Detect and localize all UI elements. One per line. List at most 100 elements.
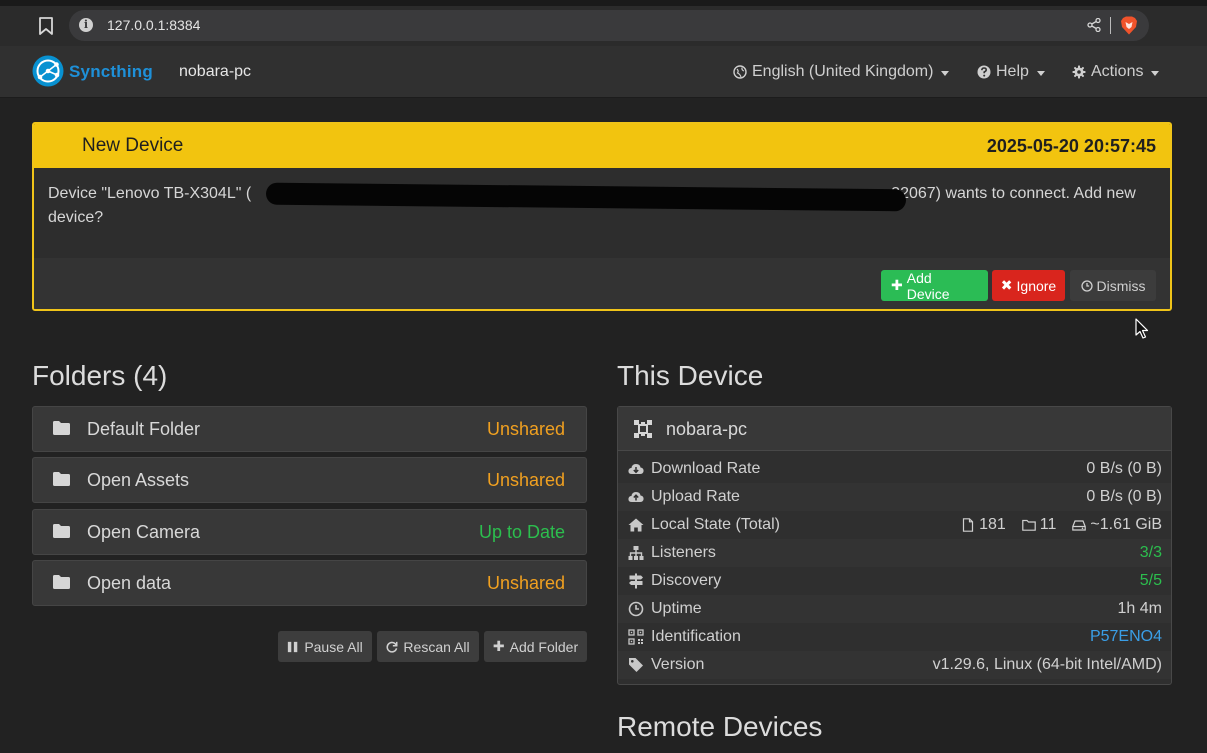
clock-icon <box>1080 279 1093 292</box>
url-separator <box>1110 17 1111 34</box>
row-label: Local State (Total) <box>651 516 780 533</box>
row-label: Discovery <box>651 572 722 589</box>
row-label: Upload Rate <box>651 488 740 505</box>
plus-icon: ✚ <box>891 277 903 293</box>
folders-heading: Folders (4) <box>32 360 168 391</box>
rescan-all-button[interactable]: Rescan All <box>377 631 479 662</box>
navbar-device-name: nobara-pc <box>179 63 252 80</box>
address-bar[interactable]: i 127.0.0.1:8384 <box>69 10 1149 41</box>
dismiss-button[interactable]: Dismiss <box>1070 270 1156 301</box>
chevron-down-icon <box>1036 70 1045 76</box>
signpost-icon <box>629 573 643 589</box>
this-device-heading: This Device <box>617 360 764 391</box>
site-info-icon[interactable]: i <box>79 18 93 32</box>
bookmark-icon[interactable] <box>38 17 54 35</box>
discovery-row: Discovery 5/5 <box>618 567 1171 595</box>
chevron-down-icon <box>1151 70 1160 76</box>
actions-label: Actions <box>1091 63 1144 80</box>
ignore-label: Ignore <box>1016 277 1057 294</box>
folder-open-camera[interactable]: Open Camera Up to Date <box>32 509 587 555</box>
folder-name: Open Assets <box>87 470 190 490</box>
plus-icon: ✚ <box>492 638 505 654</box>
app-navbar: Syncthing nobara-pc English (United King… <box>0 46 1207 98</box>
home-icon <box>628 518 644 532</box>
globe-icon <box>733 65 747 79</box>
row-value: v1.29.6, Linux (64-bit Intel/AMD) <box>932 656 1162 673</box>
folder-status: Unshared <box>486 419 565 439</box>
redaction-mark <box>265 182 907 212</box>
refresh-icon <box>386 641 398 653</box>
language-menu[interactable]: English (United Kingdom) <box>733 63 950 81</box>
remote-devices-heading: Remote Devices <box>617 711 823 742</box>
local-dirs-count: 11 <box>1039 516 1057 533</box>
row-label: Uptime <box>651 600 702 617</box>
row-value: 0 B/s (0 B) <box>1086 488 1162 505</box>
add-folder-button[interactable]: ✚ Add Folder <box>484 631 587 662</box>
pause-all-button[interactable]: Pause All <box>278 631 372 662</box>
folder-status: Unshared <box>486 573 565 593</box>
add-device-button[interactable]: ✚ Add Device <box>881 269 988 302</box>
local-size: ~1.61 GiB <box>1090 516 1162 533</box>
actions-menu[interactable]: Actions <box>1072 63 1160 81</box>
upload-rate-row: Upload Rate 0 B/s (0 B) <box>618 483 1171 511</box>
share-icon[interactable] <box>1087 18 1101 32</box>
row-value[interactable]: 3/3 <box>1140 544 1162 562</box>
browser-toolbar: i 127.0.0.1:8384 <box>0 0 1207 46</box>
folder-name: Open Camera <box>87 522 201 542</box>
device-id-link[interactable]: P57ENO4 <box>1090 628 1162 646</box>
folder-icon <box>53 524 70 538</box>
folder-icon <box>53 575 70 589</box>
brave-lion-icon[interactable] <box>1120 16 1138 35</box>
question-circle-icon <box>977 65 991 79</box>
row-label: Identification <box>651 628 741 645</box>
identification-row: Identification P57ENO4 <box>618 623 1171 651</box>
new-device-notification: New Device 2025-05-20 20:57:45 Device "L… <box>32 122 1172 311</box>
pause-icon <box>288 641 298 652</box>
folder-outline-icon <box>1021 519 1036 531</box>
folder-open-assets[interactable]: Open Assets Unshared <box>32 457 587 503</box>
syncthing-logo-icon[interactable] <box>32 55 64 87</box>
notification-message: Device "Lenovo TB-X304L" (22067) wants t… <box>48 182 1158 230</box>
url-text[interactable]: 127.0.0.1:8384 <box>107 17 200 33</box>
local-state-value: 181 11 ~1.61 GiB <box>961 516 1162 534</box>
message-prefix: Device "Lenovo TB-X304L" ( <box>48 185 252 202</box>
help-menu[interactable]: Help <box>977 63 1045 81</box>
times-icon: ✖ <box>1000 277 1013 293</box>
clock-icon <box>628 601 644 617</box>
row-value: 0 B/s (0 B) <box>1086 460 1162 477</box>
language-label: English (United Kingdom) <box>752 63 934 80</box>
local-files-count: 181 <box>979 516 1006 533</box>
folder-name: Open data <box>87 573 172 593</box>
folder-open-data[interactable]: Open data Unshared <box>32 560 587 606</box>
folder-default-folder[interactable]: Default Folder Unshared <box>32 406 587 452</box>
mouse-cursor-icon <box>1135 318 1149 339</box>
row-value: 1h 4m <box>1117 600 1162 617</box>
ignore-button[interactable]: ✖ Ignore <box>992 270 1065 301</box>
folder-status: Unshared <box>486 470 565 490</box>
tag-icon <box>629 658 643 672</box>
brand-name[interactable]: Syncthing <box>69 62 153 82</box>
this-device-header[interactable]: nobara-pc <box>618 407 1171 451</box>
row-label: Listeners <box>651 544 716 561</box>
pause-all-label: Pause All <box>304 638 363 655</box>
cloud-download-icon <box>628 464 644 474</box>
version-row: Version v1.29.6, Linux (64-bit Intel/AMD… <box>618 651 1171 679</box>
dismiss-label: Dismiss <box>1096 277 1146 294</box>
help-label: Help <box>996 63 1029 80</box>
file-icon <box>962 518 974 532</box>
cloud-upload-icon <box>628 492 644 502</box>
qrcode-icon <box>628 629 644 645</box>
add-device-label: Add Device <box>906 269 950 302</box>
folder-status: Up to Date <box>478 522 565 542</box>
uptime-row: Uptime 1h 4m <box>618 595 1171 623</box>
hdd-icon <box>1072 520 1087 531</box>
gear-icon <box>1072 65 1086 79</box>
this-device-name: nobara-pc <box>666 419 748 439</box>
notification-timestamp: 2025-05-20 20:57:45 <box>986 136 1156 156</box>
row-value[interactable]: 5/5 <box>1140 572 1162 590</box>
notification-title: New Device <box>82 135 184 156</box>
folder-name: Default Folder <box>87 419 201 439</box>
chevron-down-icon <box>941 70 950 76</box>
local-state-row: Local State (Total) 181 11 ~1.61 GiB <box>618 511 1171 539</box>
qrcode-device-icon <box>634 420 652 438</box>
